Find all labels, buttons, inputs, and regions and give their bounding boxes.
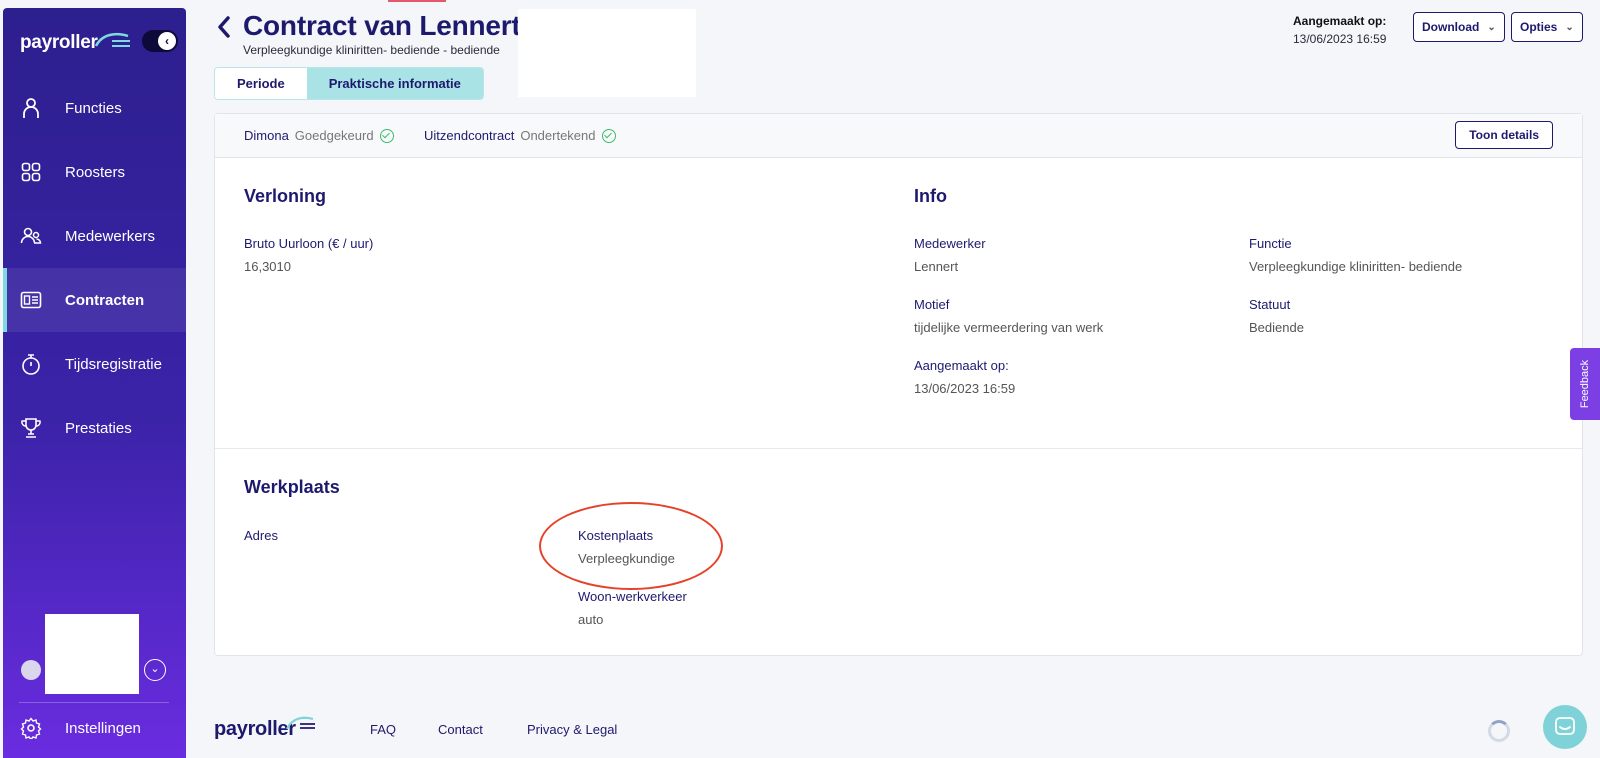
settings-label: Instellingen — [65, 719, 141, 737]
dimona-value: Goedgekeurd — [294, 128, 374, 143]
chevron-down-icon: ⌄ — [1565, 21, 1574, 33]
dimona-status: Dimona Goedgekeurd — [244, 128, 394, 143]
chevron-down-icon[interactable]: ⌄ — [144, 659, 166, 681]
sidebar-item-label: Contracten — [65, 291, 145, 309]
contract-details-card: Dimona Goedgekeurd Uitzendcontract Onder… — [214, 113, 1583, 656]
sidebar-item-label: Roosters — [65, 163, 126, 181]
motive-field: Motief tijdelijke vermeerdering van werk — [914, 297, 1103, 335]
sidebar-item-tijdsregistratie[interactable]: Tijdsregistratie — [3, 332, 186, 396]
check-circle-icon — [601, 128, 616, 143]
statute-value: Bediende — [1249, 320, 1304, 335]
redacted-area — [518, 9, 696, 97]
footer-link-privacy[interactable]: Privacy & Legal — [527, 722, 617, 737]
contract-icon — [20, 289, 42, 311]
user-icon — [20, 97, 42, 119]
tab-praktische-informatie[interactable]: Praktische informatie — [306, 68, 483, 99]
account-avatar — [45, 614, 139, 694]
sidebar-nav: Functies Roosters Medewerkers Contracten… — [3, 76, 186, 460]
employee-field: Medewerker Lennert — [914, 236, 986, 274]
statute-field: Statuut Bediende — [1249, 297, 1304, 335]
options-button[interactable]: Opties ⌄ — [1511, 12, 1583, 42]
sidebar-item-contracten[interactable]: Contracten — [3, 268, 186, 332]
sidebar-item-roosters[interactable]: Roosters — [3, 140, 186, 204]
created-label: Aangemaakt op: — [1293, 14, 1387, 28]
sidebar-item-instellingen[interactable]: Instellingen — [20, 708, 141, 748]
statute-label: Statuut — [1249, 297, 1291, 312]
info-title: Info — [914, 186, 947, 206]
footer-logo[interactable]: payroller — [214, 718, 296, 741]
feedback-label: Feedback — [1579, 359, 1591, 409]
address-label: Adres — [244, 528, 278, 543]
trophy-icon — [20, 417, 42, 439]
uitzendcontract-label: Uitzendcontract — [424, 128, 515, 143]
function-value: Verpleegkundige kliniritten- bediende — [1249, 259, 1463, 274]
uitzendcontract-status: Uitzendcontract Ondertekend — [424, 128, 616, 143]
footer-link-contact[interactable]: Contact — [438, 722, 483, 737]
top-accent-line — [388, 0, 446, 2]
status-bar: Dimona Goedgekeurd Uitzendcontract Onder… — [215, 114, 1582, 158]
sidebar-item-label: Functies — [65, 99, 122, 117]
sidebar-item-functies[interactable]: Functies — [3, 76, 186, 140]
werkplaats-title: Werkplaats — [244, 477, 340, 497]
gear-icon — [20, 717, 42, 741]
stopwatch-icon — [20, 353, 42, 375]
chat-button[interactable] — [1543, 705, 1587, 749]
wage-value: 16,3010 — [244, 259, 291, 274]
tab-periode[interactable]: Periode — [215, 68, 307, 99]
check-circle-icon — [379, 128, 394, 143]
uitzendcontract-value: Ondertekend — [520, 128, 596, 143]
created-info: Aangemaakt op: 13/06/2023 16:59 — [1293, 14, 1386, 46]
tab-bar: Periode Praktische informatie — [214, 67, 484, 100]
payroller-logo-mark-icon — [94, 32, 130, 47]
employee-label: Medewerker — [914, 236, 986, 251]
address-field: Adres — [244, 528, 278, 543]
payroller-logo[interactable]: payroller — [20, 32, 98, 54]
commute-label: Woon-werkverkeer — [578, 589, 687, 604]
sidebar-item-prestaties[interactable]: Prestaties — [3, 396, 186, 460]
motive-label: Motief — [914, 297, 950, 312]
highlight-circle-annotation — [539, 502, 723, 590]
function-label: Functie — [1249, 236, 1292, 251]
function-field: Functie Verpleegkundige kliniritten- bed… — [1249, 236, 1462, 274]
page-title: Contract van Lennert — [243, 10, 521, 41]
download-button[interactable]: Download ⌄ — [1413, 12, 1505, 42]
sidebar-collapse-toggle[interactable]: ‹ — [142, 30, 178, 52]
verloning-title: Verloning — [244, 186, 327, 206]
sidebar-divider — [19, 702, 169, 703]
wage-label: Bruto Uurloon (€ / uur) — [244, 236, 374, 251]
chevron-down-icon: ⌄ — [1487, 21, 1496, 33]
created-field-value: 13/06/2023 16:59 — [914, 381, 1016, 396]
sidebar-item-label: Tijdsregistratie — [65, 355, 162, 373]
account-switcher[interactable]: ⌄ — [19, 614, 179, 696]
back-arrow-icon[interactable] — [216, 15, 232, 39]
page-subtitle: Verpleegkundige kliniritten- bediende - … — [243, 43, 500, 57]
dimona-label: Dimona — [244, 128, 289, 143]
users-icon — [20, 225, 42, 247]
loading-spinner-icon — [1488, 720, 1510, 742]
show-details-button[interactable]: Toon details — [1455, 121, 1553, 149]
created-field: Aangemaakt op: 13/06/2023 16:59 — [914, 358, 1015, 396]
chat-icon — [1555, 717, 1575, 735]
sidebar-header: payroller ‹ — [20, 28, 180, 60]
sidebar-item-label: Medewerkers — [65, 227, 156, 245]
wage-field: Bruto Uurloon (€ / uur) 16,3010 — [244, 236, 373, 274]
section-divider — [215, 448, 1582, 449]
chevron-left-icon: ‹ — [158, 32, 176, 50]
grid-icon — [20, 161, 42, 183]
commute-field: Woon-werkverkeer auto — [578, 589, 687, 627]
download-label: Download — [1422, 20, 1480, 34]
motive-value: tijdelijke vermeerdering van werk — [914, 320, 1104, 335]
created-field-label: Aangemaakt op: — [914, 358, 1009, 373]
options-label: Opties — [1520, 20, 1558, 34]
sidebar: payroller ‹ Functies Roosters Medewerker… — [3, 8, 186, 758]
footer-logo-mark-icon — [286, 716, 315, 730]
commute-value: auto — [578, 612, 604, 627]
sidebar-item-label: Prestaties — [65, 419, 132, 437]
employee-value: Lennert — [914, 259, 959, 274]
footer-link-faq[interactable]: FAQ — [370, 722, 396, 737]
sidebar-item-medewerkers[interactable]: Medewerkers — [3, 204, 186, 268]
building-icon — [21, 660, 41, 680]
feedback-tab[interactable]: Feedback — [1570, 348, 1600, 420]
created-value: 13/06/2023 16:59 — [1293, 32, 1387, 46]
